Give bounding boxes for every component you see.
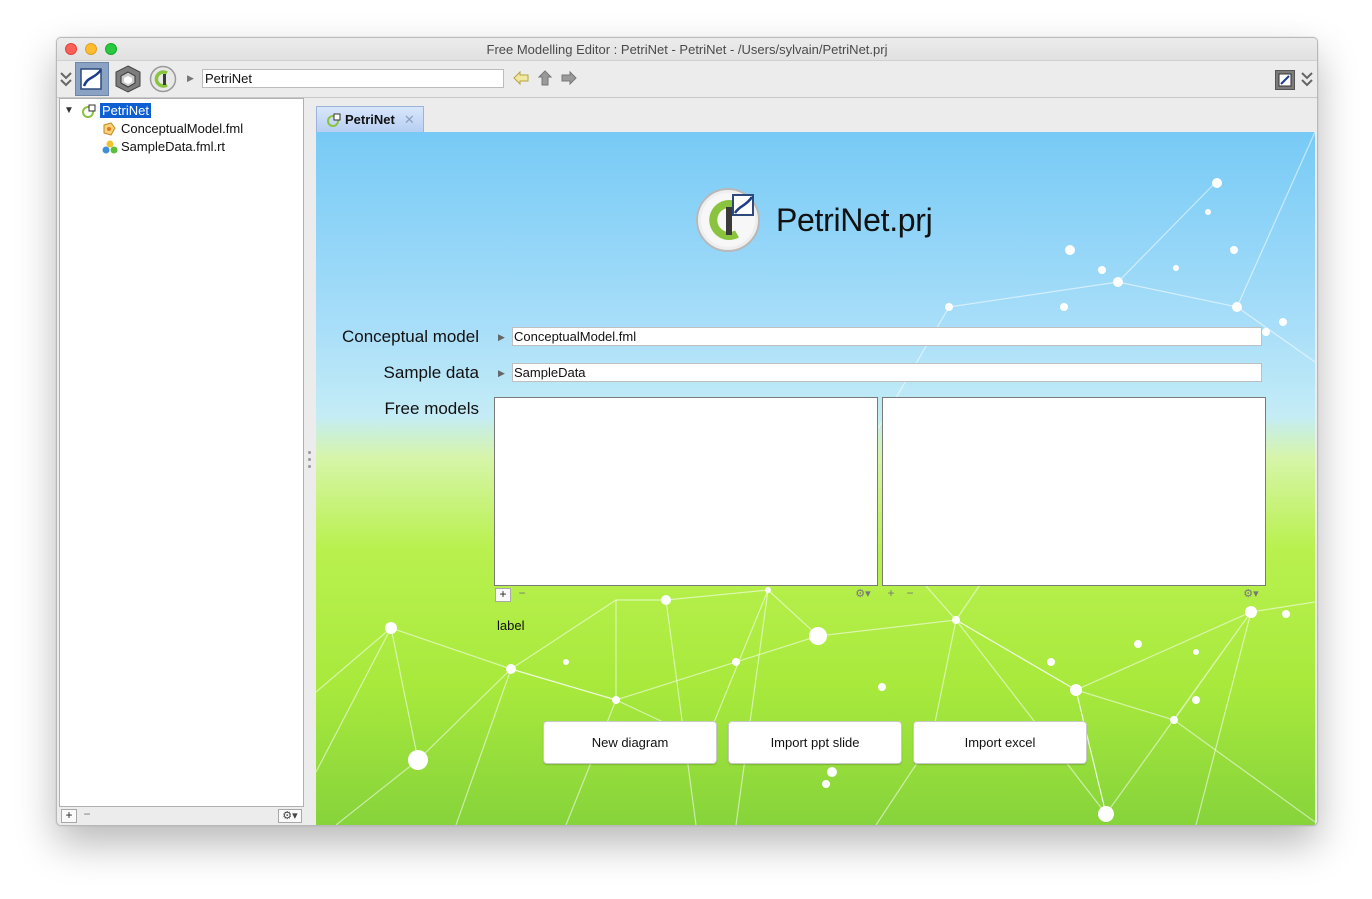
tree-node-sample-data[interactable]: SampleData.fml.rt <box>102 138 225 155</box>
disclosure-triangle-icon[interactable]: ▼ <box>64 105 78 116</box>
collapse-chevrons-icon[interactable] <box>59 71 73 89</box>
forward-arrow-icon[interactable] <box>560 69 578 87</box>
browser-footer: + − ⚙▾ <box>59 807 304 825</box>
project-editor-panel: PetriNet.prj Conceptual model ▶ Conceptu… <box>316 132 1315 825</box>
project-title: PetriNet.prj <box>776 202 933 238</box>
project-tab-icon <box>327 113 341 127</box>
gear-menu-button[interactable]: ⚙▾ <box>278 809 302 823</box>
splitter-handle[interactable] <box>308 451 312 473</box>
add-button[interactable]: + <box>61 809 77 823</box>
sample-data-field[interactable]: SampleData <box>512 363 1262 382</box>
project-logo-icon <box>695 187 761 253</box>
up-arrow-icon[interactable] <box>536 69 554 87</box>
editor-tab-bar: PetriNet ✕ <box>316 106 1315 132</box>
editor-window: Free Modelling Editor : PetriNet - Petri… <box>56 37 1318 826</box>
conceptual-model-field[interactable]: ConceptualModel.fml <box>512 327 1262 346</box>
free-models-label: Free models <box>384 399 479 418</box>
path-field[interactable]: PetriNet <box>202 69 504 88</box>
project-icon <box>82 104 98 118</box>
remove-button[interactable]: − <box>79 808 95 823</box>
free-model-details-list[interactable] <box>882 397 1266 586</box>
add-detail-button[interactable]: + <box>883 587 899 602</box>
conceptual-model-icon <box>102 121 118 136</box>
tree-item-label[interactable]: SampleData.fml.rt <box>121 139 225 154</box>
tab-label: PetriNet <box>345 112 395 127</box>
tab-petrinet[interactable]: PetriNet ✕ <box>316 106 424 132</box>
import-ppt-slide-button[interactable]: Import ppt slide <box>728 721 902 764</box>
title-bar: Free Modelling Editor : PetriNet - Petri… <box>57 38 1317 61</box>
project-browser-tree: ▼ PetriNet ConceptualModel.fml SampleDat… <box>59 98 304 807</box>
technology-cube-icon[interactable] <box>113 64 143 94</box>
expand-chevrons-icon[interactable] <box>1300 71 1314 89</box>
path-expand-arrow[interactable]: ▶ <box>187 73 194 84</box>
tree-item-label[interactable]: ConceptualModel.fml <box>121 121 243 136</box>
conceptual-model-expand-arrow[interactable]: ▶ <box>498 332 505 343</box>
free-models-list[interactable] <box>494 397 878 586</box>
add-free-model-button[interactable]: + <box>495 588 511 602</box>
sample-data-expand-arrow[interactable]: ▶ <box>498 368 505 379</box>
toggle-inspector-icon[interactable] <box>1275 70 1295 90</box>
sample-data-label: Sample data <box>383 363 479 382</box>
free-modelling-perspective-icon[interactable] <box>75 62 109 96</box>
label-text: label <box>497 618 525 633</box>
back-arrow-icon[interactable] <box>512 69 530 87</box>
tree-root-label[interactable]: PetriNet <box>100 103 151 118</box>
openflexo-logo-icon[interactable] <box>148 64 178 94</box>
tree-node-conceptual-model[interactable]: ConceptualModel.fml <box>102 120 243 137</box>
new-diagram-button[interactable]: New diagram <box>543 721 717 764</box>
sample-data-icon <box>102 140 118 154</box>
tree-node-root[interactable]: ▼ PetriNet <box>64 102 151 119</box>
remove-free-model-button[interactable]: − <box>514 587 530 602</box>
import-excel-button[interactable]: Import excel <box>913 721 1087 764</box>
remove-detail-button[interactable]: − <box>902 587 918 602</box>
conceptual-model-label: Conceptual model <box>341 327 479 346</box>
details-gear-button[interactable]: ⚙▾ <box>1239 588 1263 602</box>
free-models-gear-button[interactable]: ⚙▾ <box>851 588 875 602</box>
close-tab-icon[interactable]: ✕ <box>404 112 415 128</box>
main-toolbar: ▶ PetriNet <box>57 61 1317 98</box>
window-title: Free Modelling Editor : PetriNet - Petri… <box>486 42 888 57</box>
